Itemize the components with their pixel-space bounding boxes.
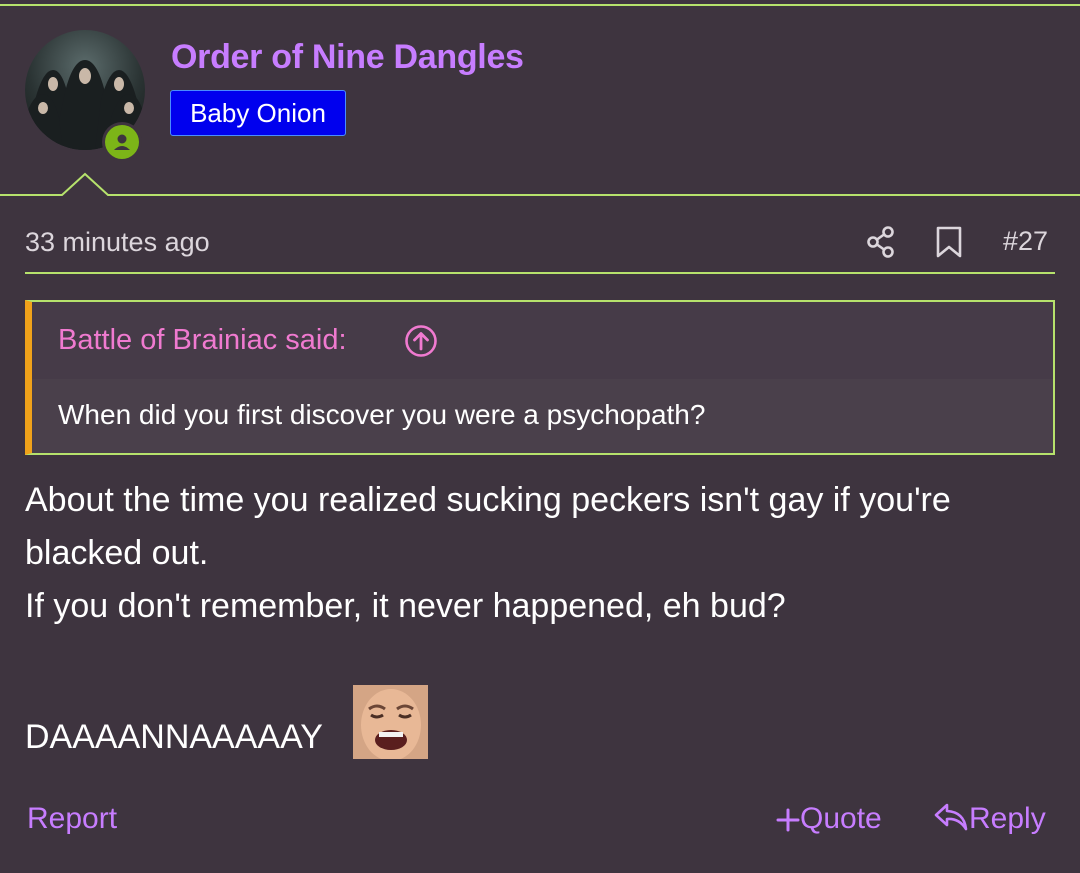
quote-author[interactable]: Battle of Brainiac said: (58, 324, 347, 357)
header-divider (0, 172, 1080, 196)
online-status (102, 122, 142, 162)
plus-icon (776, 808, 800, 832)
post-timestamp[interactable]: 33 minutes ago (25, 227, 210, 258)
forum-post: Order of Nine Dangles Baby Onion 33 minu… (0, 0, 1080, 873)
arrow-up-circle-icon[interactable] (404, 324, 438, 358)
share-icon[interactable] (866, 226, 896, 258)
reply-arrow-icon (934, 803, 968, 831)
quote-block: Battle of Brainiac said: When did you fi… (25, 300, 1055, 455)
crying-face-emoji (353, 685, 428, 759)
post-body-line: If you don't remember, it never happened… (25, 587, 786, 625)
bookmark-icon[interactable] (935, 226, 963, 258)
online-user-icon (114, 134, 130, 150)
reply-button-label: Reply (969, 802, 1046, 835)
username[interactable]: Order of Nine Dangles (171, 38, 524, 77)
user-badge: Baby Onion (170, 90, 346, 136)
post-body-line: About the time you realized sucking peck… (25, 481, 951, 519)
quote-text: When did you first discover you were a p… (58, 399, 706, 430)
post-number[interactable]: #27 (1003, 226, 1048, 257)
post-body-line: DAAAANNAAAAAY (25, 718, 323, 756)
quote-button-label: Quote (800, 802, 882, 835)
meta-divider (25, 272, 1055, 274)
top-divider (0, 4, 1080, 6)
reply-button[interactable]: Reply (933, 802, 1046, 836)
quote-button[interactable]: Quote (776, 802, 882, 836)
post-body-line: blacked out. (25, 534, 209, 572)
report-link[interactable]: Report (27, 802, 117, 836)
